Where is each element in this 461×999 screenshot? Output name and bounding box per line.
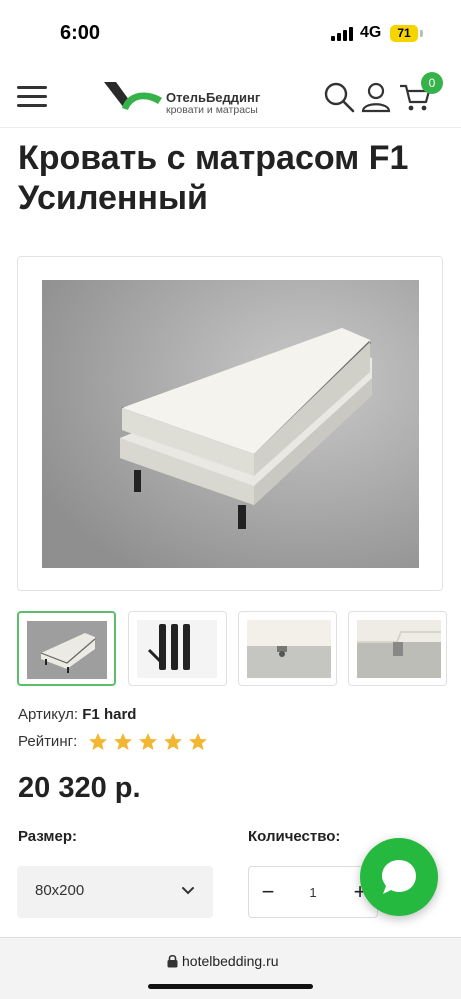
battery-cap xyxy=(420,30,423,37)
network-type: 4G xyxy=(360,24,382,41)
search-icon[interactable] xyxy=(322,80,356,114)
size-select[interactable]: 80x200 xyxy=(17,866,213,918)
signal-icon xyxy=(331,27,353,41)
thumbnail-legs-image xyxy=(137,620,217,678)
thumbnail-bed-image xyxy=(27,621,107,679)
quantity-label: Количество: xyxy=(248,828,341,845)
gallery-thumbnail-4[interactable] xyxy=(348,611,447,686)
status-time: 6:00 xyxy=(60,22,101,44)
product-image xyxy=(42,280,419,568)
thumbnail-base-image xyxy=(247,620,331,678)
thumbnail-leg-image xyxy=(357,620,441,678)
page-title: Кровать с матрасом F1 Усиленный xyxy=(18,139,409,217)
star-icon xyxy=(139,733,157,750)
chat-button[interactable] xyxy=(360,838,438,916)
quantity-value[interactable]: 1 xyxy=(299,885,327,900)
sku-label: Артикул: xyxy=(18,706,79,723)
user-icon[interactable] xyxy=(359,80,393,114)
battery-icon: 71 xyxy=(390,25,418,42)
star-icon xyxy=(89,733,107,750)
logo-name: ОтельБеддинг xyxy=(166,90,261,105)
chat-icon xyxy=(382,860,416,894)
site-header: ОтельБеддинг кровати и матрасы xyxy=(0,68,461,128)
home-indicator[interactable] xyxy=(148,984,313,989)
browser-address-bar[interactable]: hotelbedding.ru xyxy=(0,937,461,999)
quantity-decrease-button[interactable]: − xyxy=(253,877,283,907)
gallery-thumbnail-3[interactable] xyxy=(238,611,337,686)
rating-label: Рейтинг: xyxy=(18,733,78,750)
menu-icon[interactable] xyxy=(17,86,47,108)
logo-tagline: кровати и матрасы xyxy=(166,104,258,116)
gallery-thumbnail-1[interactable] xyxy=(17,611,116,686)
logo-mark-icon xyxy=(104,82,162,110)
logo[interactable]: ОтельБеддинг кровати и матрасы xyxy=(102,78,282,118)
size-label: Размер: xyxy=(18,828,78,845)
sku-row: Артикул: F1 hard xyxy=(18,706,136,723)
star-icon xyxy=(164,733,182,750)
chevron-down-icon xyxy=(182,887,194,895)
gallery-thumbnail-2[interactable] xyxy=(128,611,227,686)
star-icon xyxy=(114,733,132,750)
main-image-frame[interactable] xyxy=(17,256,443,591)
url-text: hotelbedding.ru xyxy=(182,953,279,969)
size-value: 80x200 xyxy=(35,882,85,899)
status-bar: 6:00 4G 71 xyxy=(0,0,461,68)
sku-value: F1 hard xyxy=(82,706,137,723)
quantity-stepper[interactable]: − 1 + xyxy=(248,866,378,918)
star-icon xyxy=(189,733,207,750)
cart-count-badge: 0 xyxy=(421,72,443,94)
lock-icon xyxy=(167,954,178,968)
price: 20 320 р. xyxy=(18,772,141,804)
